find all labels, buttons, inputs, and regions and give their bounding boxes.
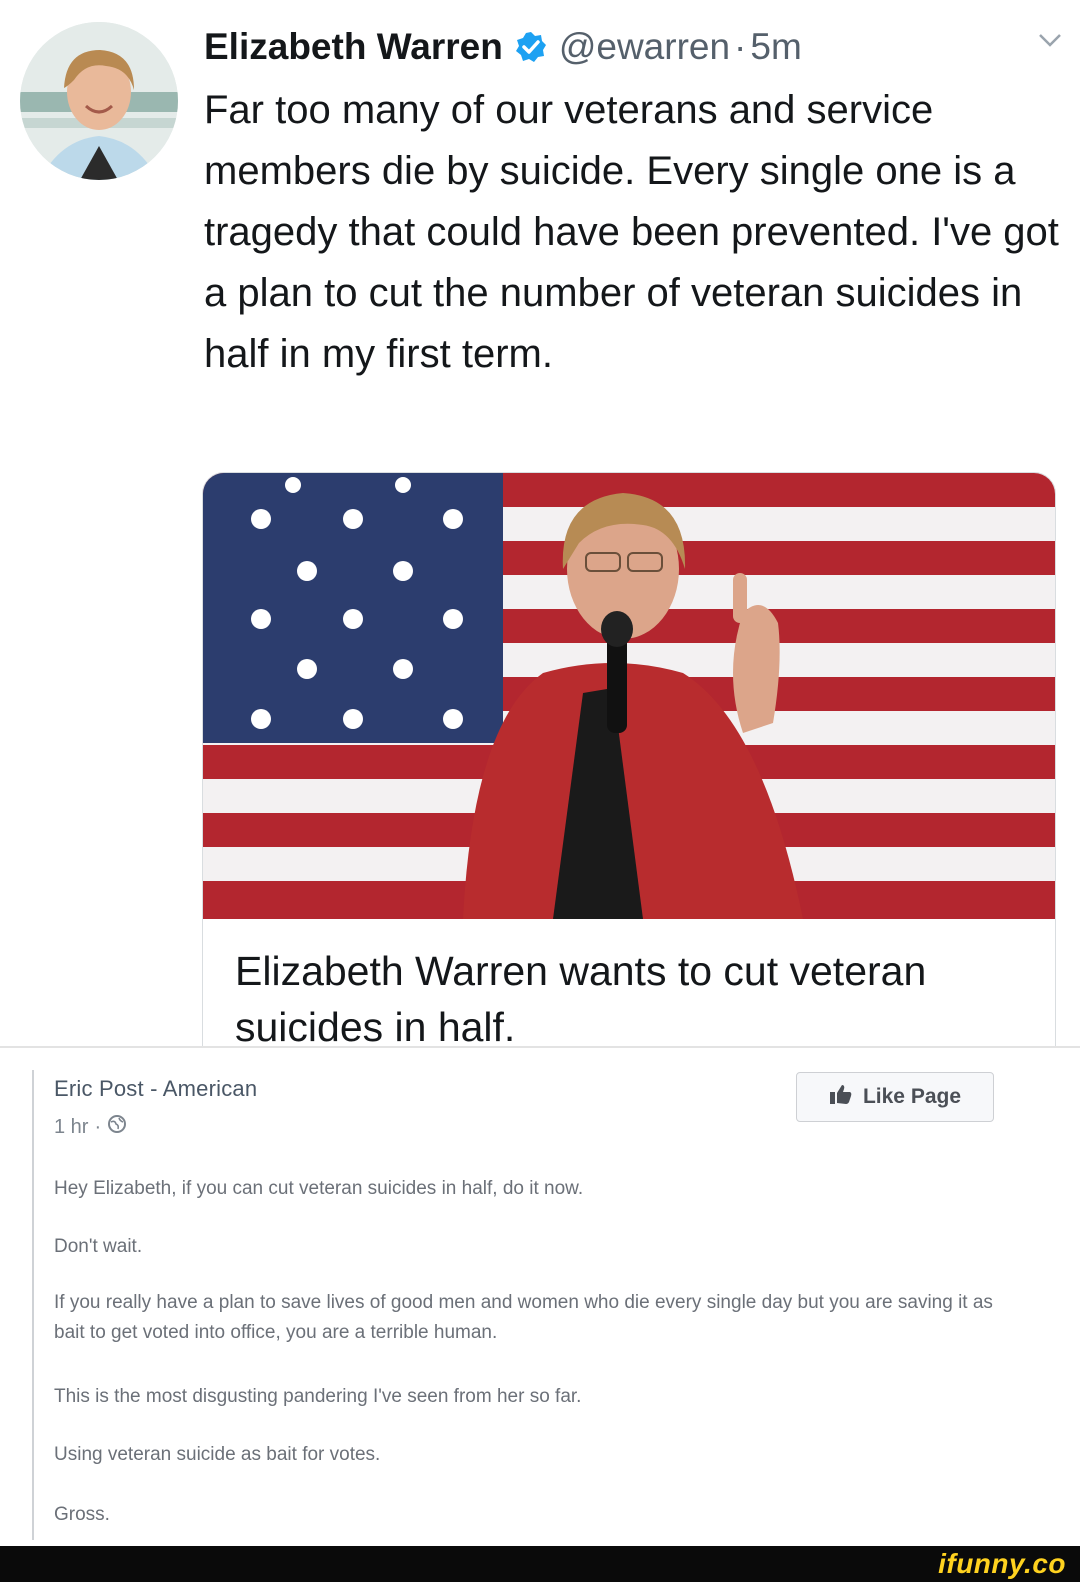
post-paragraph: Don't wait. (54, 1236, 143, 1257)
tweet-text: Far too many of our veterans and service… (204, 88, 1059, 376)
chevron-down-icon[interactable] (1036, 30, 1064, 50)
like-page-label: Like Page (862, 1085, 962, 1108)
like-page-button[interactable]: Like Page (796, 1072, 994, 1122)
thumbs-up-icon (829, 1083, 853, 1111)
watermark-bar: ifunny.co (0, 1546, 1080, 1582)
link-card[interactable]: Elizabeth Warren wants to cut veteran su… (202, 472, 1056, 1074)
watermark-text: ifunny.co (938, 1548, 1066, 1579)
card-image (203, 473, 1055, 919)
post-paragraph: Gross. (54, 1504, 110, 1525)
card-title[interactable]: Elizabeth Warren wants to cut veteran su… (235, 943, 1035, 1055)
facebook-post: Eric Post - American 1 hr · Like Page He… (0, 1046, 1080, 1548)
post-time[interactable]: 1 hr (54, 1116, 88, 1139)
post-paragraph: Using veteran suicide as bait for votes. (54, 1444, 381, 1465)
quote-rule (32, 1070, 34, 1540)
meta-separator: · (94, 1115, 102, 1138)
tweet-header: Elizabeth Warren @ewarren · 5m (204, 22, 802, 72)
post-paragraph: Hey Elizabeth, if you can cut veteran su… (54, 1178, 584, 1199)
avatar-photo (20, 22, 178, 180)
author-name[interactable]: Elizabeth Warren (204, 26, 503, 68)
globe-icon (107, 1114, 127, 1140)
author-handle[interactable]: @ewarren (559, 26, 730, 68)
verified-badge-icon (515, 31, 547, 63)
post-paragraph: This is the most disgusting pandering I'… (54, 1386, 582, 1407)
tweet: Elizabeth Warren @ewarren · 5m Far too m… (0, 0, 1080, 1074)
author-avatar[interactable] (20, 22, 178, 180)
post-meta: 1 hr · (54, 1114, 127, 1140)
post-author[interactable]: Eric Post - American (54, 1076, 257, 1102)
post-paragraph: If you really have a plan to save lives … (54, 1292, 993, 1343)
tweet-time[interactable]: 5m (750, 26, 801, 68)
time-separator: · (734, 26, 747, 67)
